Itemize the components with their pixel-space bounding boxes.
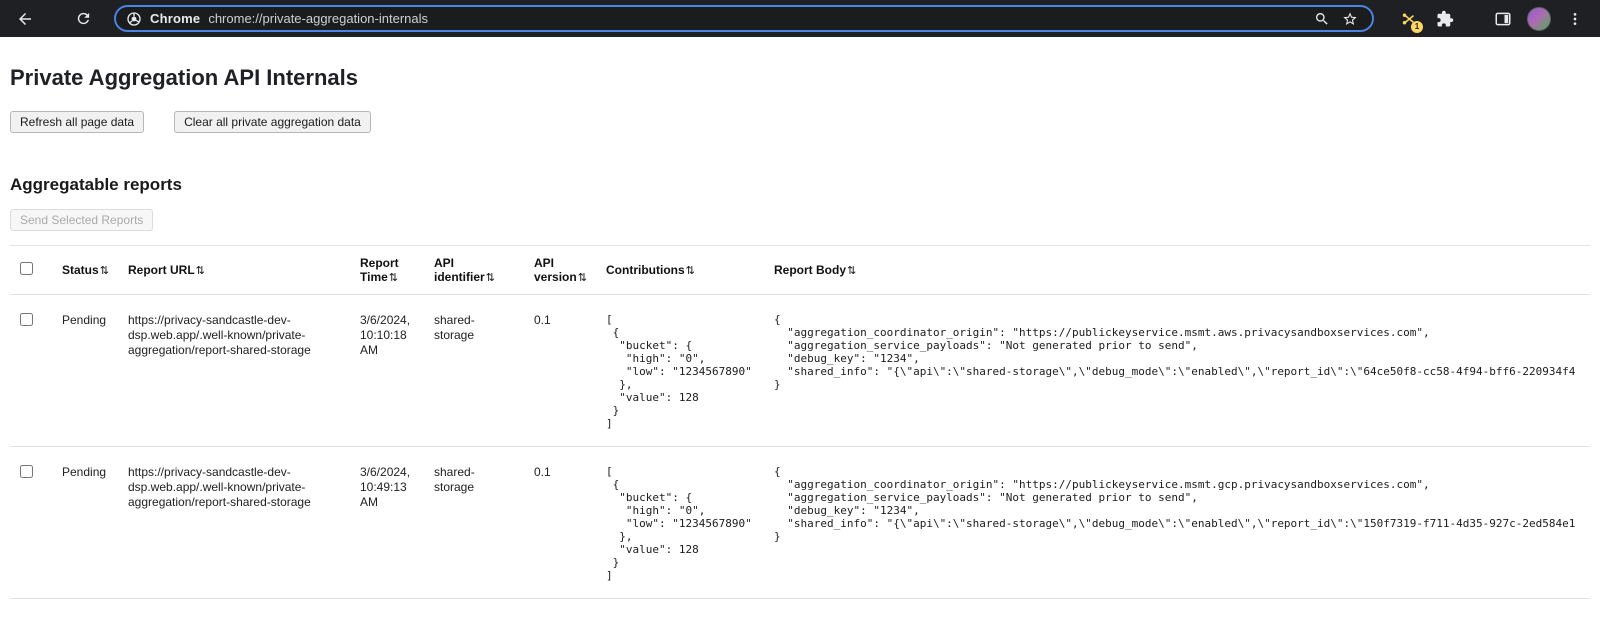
sort-icon: ⇅ bbox=[389, 272, 398, 284]
star-icon bbox=[1342, 11, 1358, 27]
report-time-cell: 3/6/2024, 10:10:18 AM bbox=[350, 295, 424, 447]
select-all-checkbox[interactable] bbox=[20, 262, 33, 275]
header-select-all bbox=[10, 246, 52, 295]
table-header-row: Status⇅ Report URL⇅ Report Time⇅ API ide… bbox=[10, 246, 1590, 295]
header-report-url[interactable]: Report URL⇅ bbox=[118, 246, 350, 295]
contributions-cell: [ { "bucket": { "high": "0", "low": "123… bbox=[596, 447, 764, 599]
report-body-cell: { "aggregation_coordinator_origin": "htt… bbox=[764, 447, 1590, 599]
header-api-identifier[interactable]: API identifier⇅ bbox=[424, 246, 524, 295]
api-identifier-cell: shared-storage bbox=[424, 295, 524, 447]
report-url-cell: https://privacy-sandcastle-dev-dsp.web.a… bbox=[118, 295, 350, 447]
header-contributions[interactable]: Contributions⇅ bbox=[596, 246, 764, 295]
api-identifier-cell: shared-storage bbox=[424, 447, 524, 599]
bookmark-star-button[interactable] bbox=[1338, 7, 1362, 31]
report-body-cell: { "aggregation_coordinator_origin": "htt… bbox=[764, 295, 1590, 447]
row-select-cell bbox=[10, 295, 52, 447]
zoom-button[interactable] bbox=[1310, 7, 1334, 31]
sort-icon: ⇅ bbox=[578, 272, 587, 284]
back-arrow-icon bbox=[16, 10, 34, 28]
reload-button[interactable] bbox=[68, 4, 98, 34]
side-panel-icon bbox=[1494, 10, 1512, 28]
site-chip-label: Chrome bbox=[150, 11, 200, 26]
url-text: chrome://private-aggregation-internals bbox=[208, 11, 428, 26]
row-checkbox[interactable] bbox=[20, 465, 33, 478]
api-version-cell: 0.1 bbox=[524, 295, 596, 447]
row-select-cell bbox=[10, 447, 52, 599]
chrome-logo-icon bbox=[126, 11, 142, 27]
header-report-body[interactable]: Report Body⇅ bbox=[764, 246, 1590, 295]
sort-icon: ⇅ bbox=[847, 265, 856, 277]
send-selected-reports-button[interactable]: Send Selected Reports bbox=[10, 209, 153, 231]
refresh-all-button[interactable]: Refresh all page data bbox=[10, 111, 144, 133]
report-url-cell: https://privacy-sandcastle-dev-dsp.web.a… bbox=[118, 447, 350, 599]
avatar bbox=[1527, 7, 1551, 31]
page-content: Private Aggregation API Internals Refres… bbox=[0, 65, 1600, 599]
page-title: Private Aggregation API Internals bbox=[10, 65, 1590, 91]
sort-icon: ⇅ bbox=[100, 265, 109, 277]
header-api-version[interactable]: API version⇅ bbox=[524, 246, 596, 295]
extensions-button[interactable] bbox=[1430, 4, 1460, 34]
reports-table: Status⇅ Report URL⇅ Report Time⇅ API ide… bbox=[10, 245, 1590, 599]
extension-badge-count: 1 bbox=[1411, 21, 1423, 33]
reload-icon bbox=[75, 10, 92, 27]
send-row: Send Selected Reports bbox=[10, 209, 1590, 231]
extension-badged-button[interactable]: 1 bbox=[1394, 4, 1424, 34]
kebab-menu-icon bbox=[1567, 11, 1583, 27]
profile-avatar-button[interactable] bbox=[1524, 4, 1554, 34]
address-bar[interactable]: Chrome chrome://private-aggregation-inte… bbox=[114, 5, 1374, 32]
header-report-time[interactable]: Report Time⇅ bbox=[350, 246, 424, 295]
table-row: Pending https://privacy-sandcastle-dev-d… bbox=[10, 447, 1590, 599]
row-checkbox[interactable] bbox=[20, 313, 33, 326]
top-actions: Refresh all page data Clear all private … bbox=[10, 111, 1590, 133]
puzzle-icon bbox=[1436, 10, 1454, 28]
status-cell: Pending bbox=[52, 447, 118, 599]
magnifier-icon bbox=[1314, 11, 1330, 27]
report-time-cell: 3/6/2024, 10:49:13 AM bbox=[350, 447, 424, 599]
browser-menu-button[interactable] bbox=[1560, 4, 1590, 34]
clear-all-button[interactable]: Clear all private aggregation data bbox=[174, 111, 371, 133]
table-row: Pending https://privacy-sandcastle-dev-d… bbox=[10, 295, 1590, 447]
sort-icon: ⇅ bbox=[196, 265, 205, 277]
status-cell: Pending bbox=[52, 295, 118, 447]
back-button[interactable] bbox=[10, 4, 40, 34]
contributions-cell: [ { "bucket": { "high": "0", "low": "123… bbox=[596, 295, 764, 447]
api-version-cell: 0.1 bbox=[524, 447, 596, 599]
browser-toolbar: Chrome chrome://private-aggregation-inte… bbox=[0, 0, 1600, 37]
side-panel-button[interactable] bbox=[1488, 4, 1518, 34]
sort-icon: ⇅ bbox=[686, 265, 695, 277]
header-status[interactable]: Status⇅ bbox=[52, 246, 118, 295]
sort-icon: ⇅ bbox=[486, 272, 495, 284]
aggregatable-reports-heading: Aggregatable reports bbox=[10, 175, 1590, 195]
